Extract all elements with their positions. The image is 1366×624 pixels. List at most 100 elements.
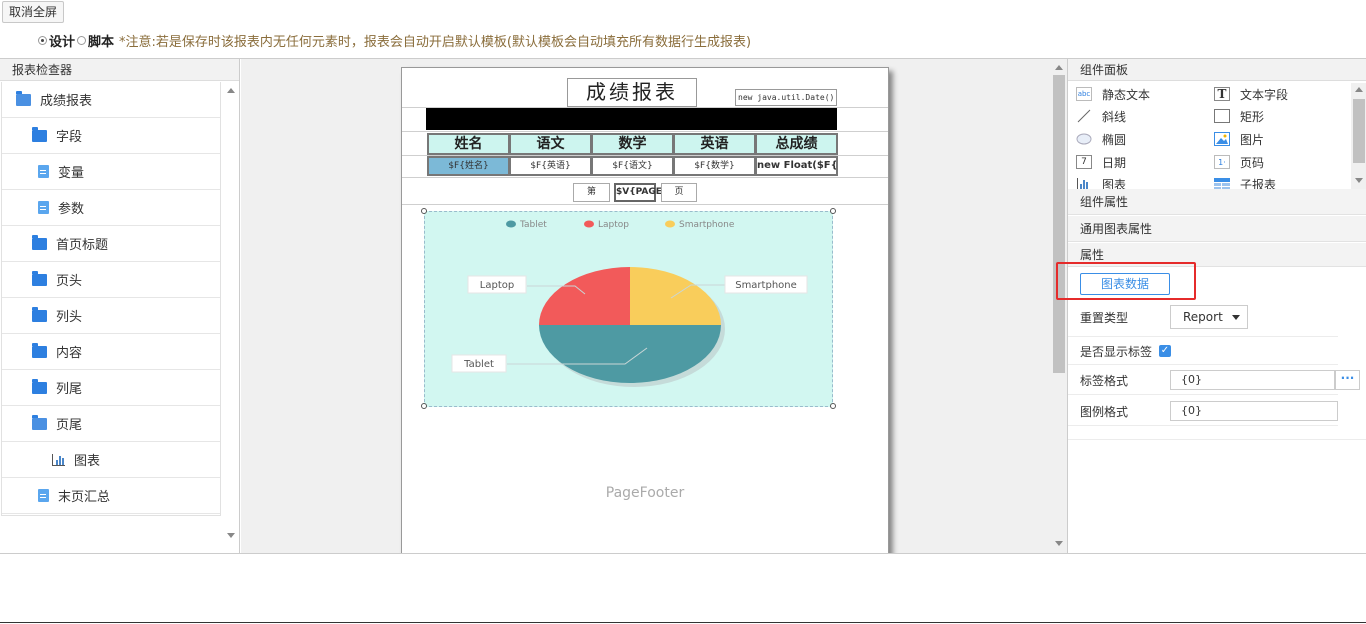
more-options-button[interactable]: ··· xyxy=(1335,370,1360,390)
field-cell[interactable]: $F{数学} xyxy=(673,156,756,176)
tree-item-label: 参数 xyxy=(58,202,85,217)
reset-type-label: 重置类型 xyxy=(1080,311,1129,325)
tree-item-label: 页尾 xyxy=(56,418,83,433)
component-rectangle[interactable]: 矩形 xyxy=(1214,106,1264,126)
tree-item-first-page-title[interactable]: 首页标题 xyxy=(2,226,220,262)
scroll-up-icon[interactable] xyxy=(1355,87,1363,92)
tree-item-chart[interactable]: 图表 xyxy=(2,442,220,478)
tree-item-page-footer[interactable]: 页尾 xyxy=(2,406,220,442)
resize-handle[interactable] xyxy=(830,208,836,214)
scroll-thumb[interactable] xyxy=(1053,75,1065,373)
legend-swatch xyxy=(584,220,594,228)
scroll-thumb[interactable] xyxy=(1353,99,1365,163)
field-cell[interactable]: $F{英语} xyxy=(509,156,592,176)
tree-item-column-header[interactable]: 列头 xyxy=(2,298,220,334)
design-canvas: 成绩报表 new java.util.Date() 姓名 语文 数学 英语 总成… xyxy=(241,59,1051,553)
ellipse-icon xyxy=(1076,132,1092,146)
components-grid: abc 静态文本 T 文本字段 斜线 矩形 椭圆 图片 7 日期 1· 页码 图… xyxy=(1074,83,1350,192)
design-label: 设计 xyxy=(49,34,76,50)
template-notice: *注意:若是保存时该报表内无任何元素时，报表会自动开启默认模板(默认模板会自动填… xyxy=(119,34,752,50)
legend-format-input[interactable]: {0} xyxy=(1170,401,1338,421)
row-divider xyxy=(1068,439,1366,440)
row-divider xyxy=(1068,394,1338,395)
canvas-scrollbar[interactable] xyxy=(1051,59,1067,553)
scroll-down-icon[interactable] xyxy=(1355,178,1363,183)
line-icon xyxy=(1076,109,1092,123)
band-divider xyxy=(402,177,888,178)
legend-swatch xyxy=(506,220,516,228)
component-label: 静态文本 xyxy=(1102,87,1151,102)
mode-row: 设计 脚本 *注意:若是保存时该报表内无任何元素时，报表会自动开启默认模板(默认… xyxy=(38,31,752,50)
page-number-field[interactable]: $V{PAGE xyxy=(614,183,662,202)
tree-item-label: 成绩报表 xyxy=(40,94,93,109)
exit-fullscreen-button[interactable]: 取消全屏 xyxy=(2,1,65,23)
tree-item-page-header[interactable]: 页头 xyxy=(2,262,220,298)
column-header-name[interactable]: 姓名 xyxy=(427,133,510,155)
pie-slice-laptop xyxy=(539,267,630,325)
component-line[interactable]: 斜线 xyxy=(1076,106,1126,126)
column-header-chinese[interactable]: 语文 xyxy=(509,133,592,155)
abc-icon: abc xyxy=(1076,87,1092,101)
folder-open-icon xyxy=(32,414,47,430)
folder-icon xyxy=(32,378,47,394)
tree-item-variables[interactable]: 变量 xyxy=(2,154,220,190)
scroll-up-icon[interactable] xyxy=(227,88,235,93)
row-divider xyxy=(1068,336,1338,337)
chart-common-properties-section[interactable]: 通用图表属性 xyxy=(1068,216,1366,242)
component-date[interactable]: 7 日期 xyxy=(1076,152,1126,172)
rectangle-icon xyxy=(1214,109,1230,123)
component-label: 文本字段 xyxy=(1240,87,1289,102)
design-radio[interactable] xyxy=(38,35,47,45)
tree-item-detail[interactable]: 内容 xyxy=(2,334,220,370)
scroll-up-icon[interactable] xyxy=(1055,65,1063,70)
field-cell[interactable]: $F{姓名} xyxy=(427,156,510,176)
column-header-english[interactable]: 英语 xyxy=(673,133,756,155)
resize-handle[interactable] xyxy=(421,403,427,409)
tree-item-label: 页头 xyxy=(56,274,83,289)
pie-chart-element[interactable]: Tablet Laptop Smartphone Tablet Laptop Smartp… xyxy=(424,211,833,407)
column-header-math[interactable]: 数学 xyxy=(591,133,674,155)
reset-type-select[interactable]: Report xyxy=(1170,305,1248,329)
divider xyxy=(0,622,1366,623)
page-suffix-text[interactable]: 页 xyxy=(661,183,697,202)
resize-handle[interactable] xyxy=(421,208,427,214)
component-label: 页码 xyxy=(1240,155,1265,170)
page-prefix-text[interactable]: 第 xyxy=(573,183,610,202)
black-band[interactable] xyxy=(426,108,837,130)
report-title[interactable]: 成绩报表 xyxy=(567,78,697,107)
scroll-down-icon[interactable] xyxy=(227,533,235,538)
date-field[interactable]: new java.util.Date() xyxy=(735,89,837,106)
inspector-scrollbar[interactable] xyxy=(222,82,239,552)
row-divider xyxy=(1068,364,1338,365)
image-icon xyxy=(1214,132,1230,146)
component-text-field[interactable]: T 文本字段 xyxy=(1214,84,1288,104)
reset-type-value: Report xyxy=(1183,310,1223,324)
divider xyxy=(0,553,1366,554)
component-static-text[interactable]: abc 静态文本 xyxy=(1076,84,1150,104)
component-properties-section[interactable]: 组件属性 xyxy=(1068,189,1366,215)
tree-item-fields[interactable]: 字段 xyxy=(2,118,220,154)
label-format-input[interactable]: {0} xyxy=(1170,370,1335,390)
data-label: Laptop xyxy=(480,280,514,291)
show-label-label: 是否显示标签 xyxy=(1080,345,1153,359)
field-cell[interactable]: $F{语文} xyxy=(591,156,674,176)
component-ellipse[interactable]: 椭圆 xyxy=(1076,129,1126,149)
component-page-number[interactable]: 1· 页码 xyxy=(1214,152,1264,172)
components-scrollbar[interactable] xyxy=(1351,83,1366,189)
bar-chart-icon xyxy=(52,453,65,466)
column-header-total[interactable]: 总成绩 xyxy=(755,133,838,155)
component-image[interactable]: 图片 xyxy=(1214,129,1264,149)
tree-item-summary[interactable]: 末页汇总 xyxy=(2,478,220,514)
tree-item-label: 图表 xyxy=(74,454,101,469)
resize-handle[interactable] xyxy=(830,403,836,409)
show-label-checkbox[interactable]: ✓ xyxy=(1159,345,1171,357)
field-cell[interactable]: new Float($F{语 xyxy=(755,156,838,176)
tree-item-parameters[interactable]: 参数 xyxy=(2,190,220,226)
tree-item-report[interactable]: 成绩报表 xyxy=(2,82,220,118)
folder-icon xyxy=(32,270,47,286)
tree-item-column-footer[interactable]: 列尾 xyxy=(2,370,220,406)
folder-icon xyxy=(32,342,47,358)
scroll-down-icon[interactable] xyxy=(1055,541,1063,546)
script-radio[interactable] xyxy=(77,35,87,45)
page-footer-label: PageFooter xyxy=(605,485,685,501)
